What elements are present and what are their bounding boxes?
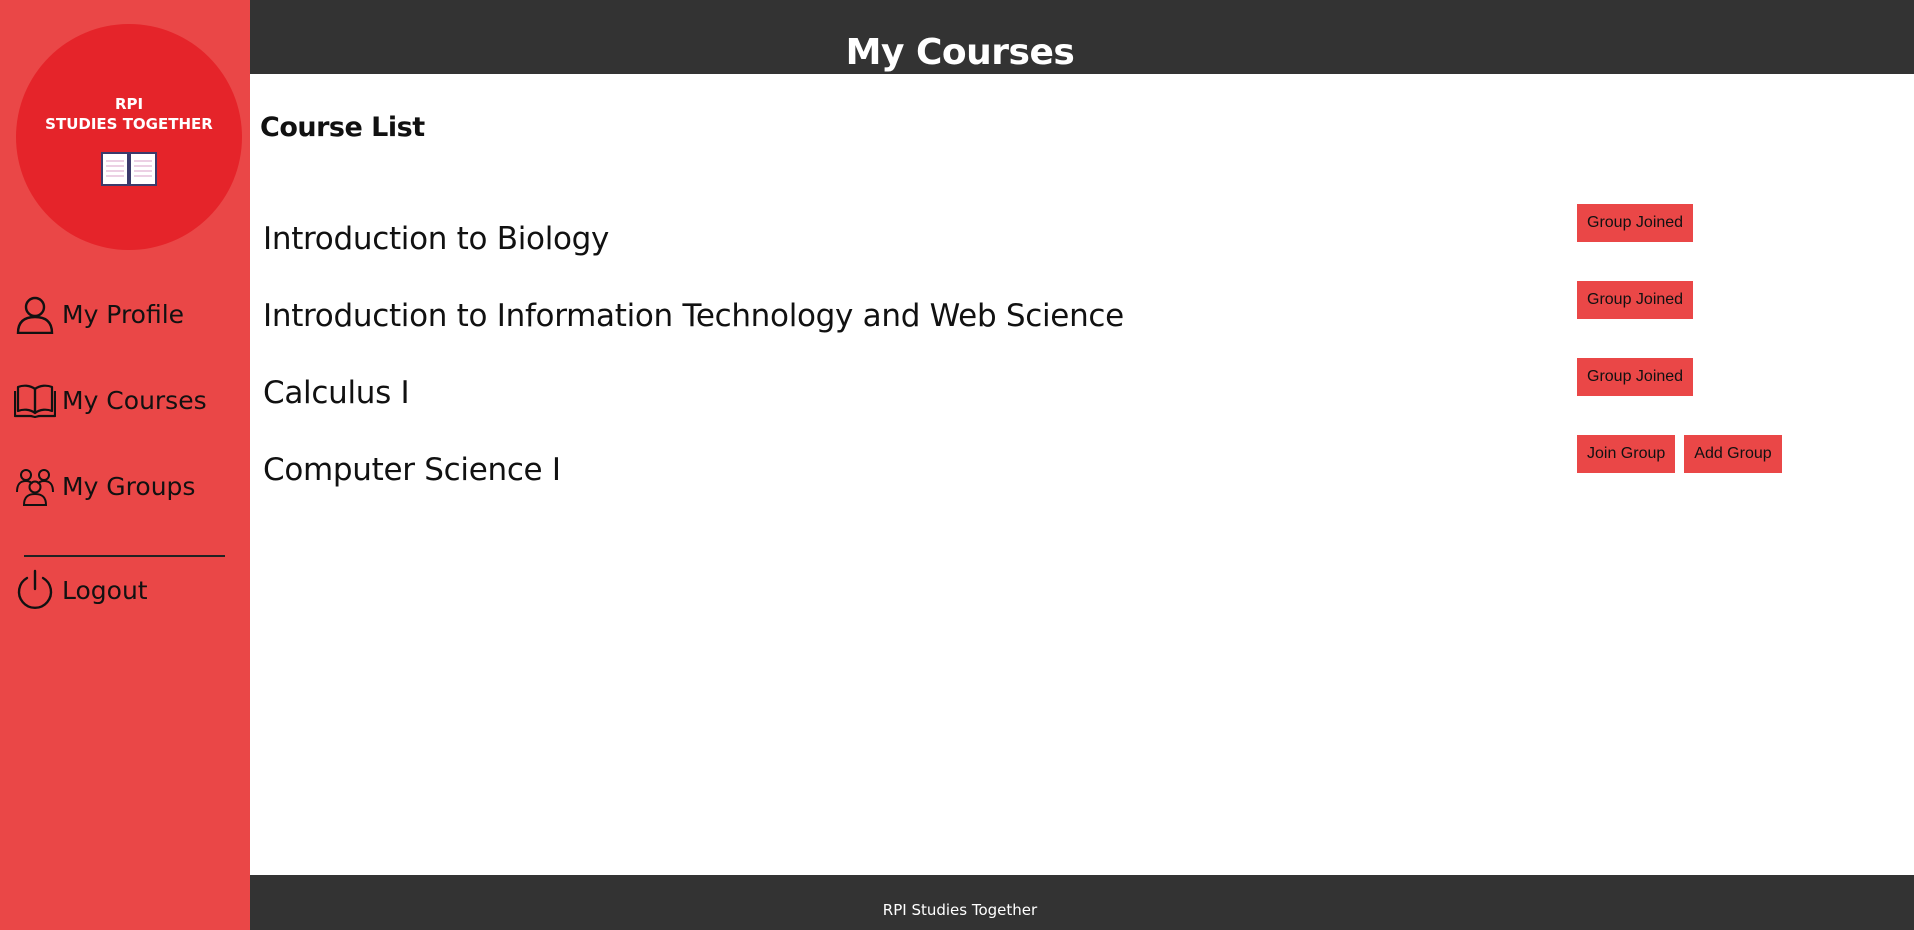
- page-title: My Courses: [845, 32, 1075, 73]
- open-book-logo-icon: [101, 152, 157, 191]
- course-name[interactable]: Computer Science I: [263, 452, 561, 488]
- user-icon: [14, 293, 56, 335]
- sidebar-item-my-groups[interactable]: My Groups: [14, 462, 195, 510]
- app-logo[interactable]: RPI STUDIES TOGETHER: [16, 24, 242, 250]
- logo-text-line2: STUDIES TOGETHER: [45, 115, 213, 133]
- group-joined-button[interactable]: Group Joined: [1577, 204, 1694, 242]
- course-row: Computer Science I Join Group Add Group: [263, 435, 1903, 502]
- header-bar: My Courses: [250, 0, 1914, 74]
- add-group-button[interactable]: Add Group: [1684, 435, 1782, 473]
- course-actions: Group Joined: [1577, 204, 1694, 242]
- sidebar-item-label: My Profile: [62, 299, 185, 329]
- power-icon: [14, 569, 56, 611]
- group-icon: [14, 465, 56, 507]
- course-name[interactable]: Introduction to Information Technology a…: [263, 298, 1124, 334]
- footer-text: RPI Studies Together: [882, 901, 1038, 919]
- sidebar-item-my-courses[interactable]: My Courses: [14, 376, 207, 424]
- logout-button[interactable]: Logout: [14, 566, 148, 614]
- course-actions: Group Joined: [1577, 281, 1694, 319]
- logo-text-line1: RPI: [114, 95, 144, 113]
- group-joined-button[interactable]: Group Joined: [1577, 281, 1694, 319]
- course-actions: Join Group Add Group: [1577, 435, 1782, 473]
- sidebar-divider: [24, 555, 225, 557]
- group-joined-button[interactable]: Group Joined: [1577, 358, 1694, 396]
- book-icon: [14, 379, 56, 421]
- join-group-button[interactable]: Join Group: [1577, 435, 1676, 473]
- course-name[interactable]: Introduction to Biology: [263, 221, 609, 257]
- sidebar-item-label: My Groups: [62, 471, 196, 501]
- course-row: Introduction to Information Technology a…: [263, 281, 1903, 348]
- sidebar-item-my-profile[interactable]: My Profile: [14, 290, 184, 338]
- sidebar: RPI STUDIES TOGETHER My Profile My Cours…: [0, 0, 250, 930]
- sidebar-item-label: My Courses: [62, 385, 207, 415]
- logout-label: Logout: [62, 575, 148, 605]
- course-row: Introduction to Biology Group Joined: [263, 204, 1903, 271]
- footer-bar: RPI Studies Together: [250, 875, 1914, 930]
- course-row: Calculus I Group Joined: [263, 358, 1903, 425]
- course-name[interactable]: Calculus I: [263, 375, 410, 411]
- course-actions: Group Joined: [1577, 358, 1694, 396]
- section-title: Course List: [260, 112, 425, 143]
